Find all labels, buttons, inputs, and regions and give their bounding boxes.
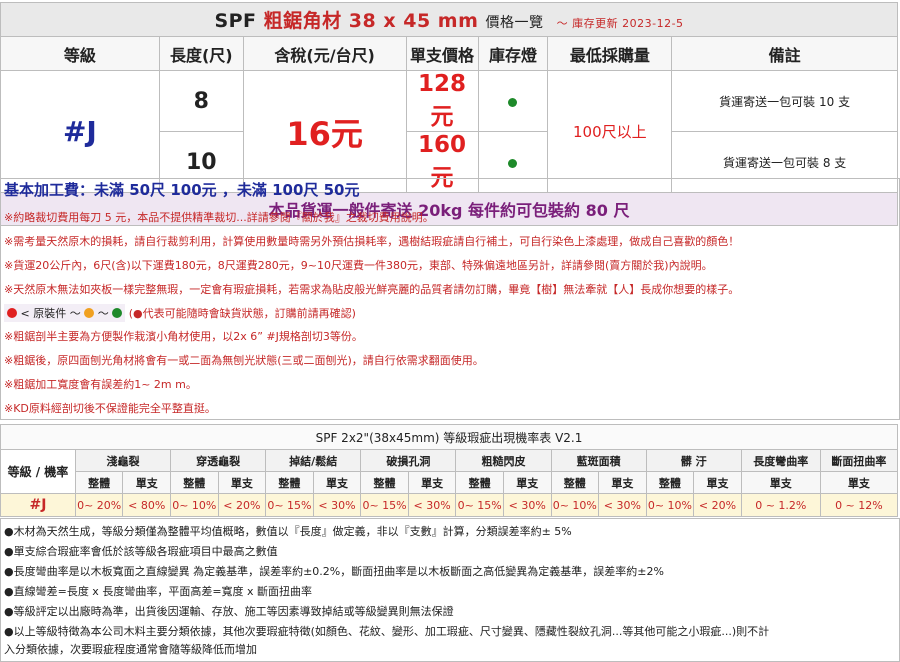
footnote: ●直線彎差=長度 x 長度彎曲率，平面高差=寬度 x 斷面扭曲率 — [4, 585, 313, 598]
min-purchase-value: 100尺以上 — [547, 70, 673, 193]
legend-sep: ～ — [97, 307, 109, 320]
header-grade: 等級 — [0, 36, 160, 71]
sub-single: 單支 — [693, 471, 742, 494]
defect-value: 0~ 15% — [455, 493, 504, 517]
unit-price-value: 128元 — [405, 70, 479, 132]
defect-category: 掉結/鬆結 — [265, 449, 362, 472]
header-unit-price: 單支價格 — [405, 36, 479, 71]
legend-bar: < 原裝件 ～ ～ — [4, 304, 126, 322]
processing-fee: 基本加工費：未滿 50尺 100元 ，未滿 100尺 50元 — [4, 181, 360, 199]
defect-value: 0~ 15% — [265, 493, 314, 517]
stock-dot-icon — [508, 158, 518, 168]
sub-single: 單支 — [122, 471, 172, 494]
sub-whole: 整體 — [645, 471, 695, 494]
stock-dot-icon — [508, 97, 518, 107]
defect-value: < 20% — [693, 493, 742, 517]
header-length: 長度(尺) — [158, 36, 244, 71]
defect-value: < 80% — [122, 493, 172, 517]
header-tax-price: 含稅(元/台尺) — [242, 36, 407, 71]
page: SPF 粗鋸角材 38 x 45 mm 價格一覽 ～ 庫存更新 2023-12-… — [0, 0, 900, 662]
green-dot-icon — [112, 308, 123, 318]
defect-value: 0~ 20% — [74, 493, 124, 517]
footnote: 入分類依據，次要瑕疵程度通常會隨等級降低而增加 — [4, 643, 257, 656]
sub-whole: 整體 — [74, 471, 124, 494]
defect-table-title: SPF 2x2"(38x45mm) 等級瑕疵出現機率表 V2.1 — [0, 424, 898, 450]
defect-category: 長度彎曲率 — [740, 449, 821, 472]
defect-value: 0~ 10% — [645, 493, 695, 517]
title-label: 價格一覽 — [485, 15, 544, 31]
page-title: SPF 粗鋸角材 38 x 45 mm 價格一覽 ～ 庫存更新 2023-12-… — [0, 2, 898, 37]
defect-category: 斷面扭曲率 — [819, 449, 899, 472]
sub-single: 單支 — [407, 471, 457, 494]
header-stock: 庫存燈 — [477, 36, 549, 71]
defect-row-header: 等級 / 機率 — [0, 449, 76, 494]
sub-single: 單支 — [740, 471, 821, 494]
red-dot-icon — [7, 308, 17, 318]
red-line: ※粗鋸後，原四面刨光角材將會有一或二面為無刨光狀態(三或二面刨光)，請自行依需求… — [4, 354, 484, 367]
note-value: 貨運寄送一包可裝 10 支 — [671, 70, 898, 132]
defect-category: 藍斑面積 — [550, 449, 647, 472]
red-line: ※粗鋸加工寬度會有誤差約1~ 2m m。 — [4, 378, 197, 391]
defect-value: < 30% — [502, 493, 552, 517]
info-line: ※貨運20公斤內，6尺(含)以下運費180元，8尺運費280元，9~10尺運費一… — [4, 259, 713, 272]
sub-whole: 整體 — [550, 471, 600, 494]
red-line: ※KD原料經剖切後不保證能完全平整直挺。 — [4, 402, 216, 415]
footnote: ●以上等級特徵為本公司木料主要分類依據，其他次要瑕疵特徵(如顏色、花紋、變形、加… — [4, 625, 770, 638]
title-updated: ～ 庫存更新 2023-12-5 — [556, 17, 684, 30]
defect-category: 髒 汙 — [645, 449, 742, 472]
footnotes: ●木材為天然生成，等級分類僅為整體平均值概略，數值以『長度』做定義，非以『支數』… — [0, 518, 900, 662]
stock-legend: < 原裝件 ～ ～ (●代表可能隨時會缺貨狀態，訂購前請再確認) — [4, 304, 356, 322]
sub-whole: 整體 — [265, 471, 314, 494]
grade-value: #J — [0, 70, 160, 193]
length-value: 8 — [158, 70, 244, 132]
info-section: 基本加工費：未滿 50尺 100元 ，未滿 100尺 50元 ※約略裁切費用每刀… — [0, 178, 900, 420]
legend-text: < 原裝件 ～ — [20, 307, 81, 320]
info-line: ※約略裁切費用每刀 5 元，本品不提供精準裁切...詳請參閱『關於我』之裁切費用… — [4, 211, 434, 224]
defect-value: < 30% — [407, 493, 457, 517]
defect-category: 破損孔洞 — [360, 449, 457, 472]
defect-value: < 20% — [217, 493, 267, 517]
orange-dot-icon — [84, 308, 95, 318]
red-line: ※粗鋸剖半主要為方便製作栽濱小角材使用，以2x 6” #J規格剖切3等份。 — [4, 330, 363, 343]
tax-price-value: 16元 — [242, 70, 407, 193]
sub-whole: 整體 — [170, 471, 219, 494]
sub-single: 單支 — [819, 471, 899, 494]
title-prefix: SPF — [214, 10, 257, 32]
title-size: 38 x 45 mm — [348, 10, 479, 32]
sub-single: 單支 — [312, 471, 362, 494]
defect-value: 0~ 15% — [360, 493, 409, 517]
title-product: 粗鋸角材 — [263, 10, 342, 32]
defect-value: < 30% — [598, 493, 647, 517]
defect-value: 0~ 10% — [170, 493, 219, 517]
footnote: ●長度彎曲率是以木板寬面之直線變異 為定義基準，誤差率約±0.2%，斷面扭曲率是… — [4, 565, 664, 578]
header-note: 備註 — [671, 36, 898, 71]
sub-whole: 整體 — [360, 471, 409, 494]
info-line: ※需考量天然原木的損耗，請自行裁剪利用，計算使用數量時需另外預估損耗率，遇樹結瑕… — [4, 235, 740, 248]
sub-single: 單支 — [598, 471, 647, 494]
sub-whole: 整體 — [455, 471, 504, 494]
defect-value: 0 ~ 1.2% — [740, 493, 821, 517]
info-line: ※天然原木無法如夾板一樣完整無瑕，一定會有瑕疵損耗，若需求為貼皮般光鮮亮麗的品質… — [4, 283, 740, 296]
defect-value: < 30% — [312, 493, 362, 517]
header-min-purchase: 最低採購量 — [547, 36, 673, 71]
defect-grade: #J — [0, 493, 76, 517]
footnote: ●木材為天然生成，等級分類僅為整體平均值概略，數值以『長度』做定義，非以『支數』… — [4, 525, 572, 538]
defect-category: 穿透龜裂 — [170, 449, 267, 472]
defect-category: 粗糙閃皮 — [455, 449, 552, 472]
defect-category: 淺龜裂 — [74, 449, 172, 472]
defect-value: 0~ 10% — [550, 493, 600, 517]
legend-warning: (●代表可能隨時會缺貨狀態，訂購前請再確認) — [128, 307, 356, 320]
stock-light — [477, 70, 549, 132]
footnote: ●單支綜合瑕疵率會低於該等級各瑕疵項目中最高之數值 — [4, 545, 278, 558]
defect-table: SPF 2x2"(38x45mm) 等級瑕疵出現機率表 V2.1 等級 / 機率… — [0, 424, 899, 517]
defect-value: 0 ~ 12% — [819, 493, 899, 517]
sub-single: 單支 — [217, 471, 267, 494]
sub-single: 單支 — [502, 471, 552, 494]
footnote: ●等級評定以出廠時為準，出貨後因運輸、存放、施工等因素導致掉結或等級變異則無法保… — [4, 605, 454, 618]
